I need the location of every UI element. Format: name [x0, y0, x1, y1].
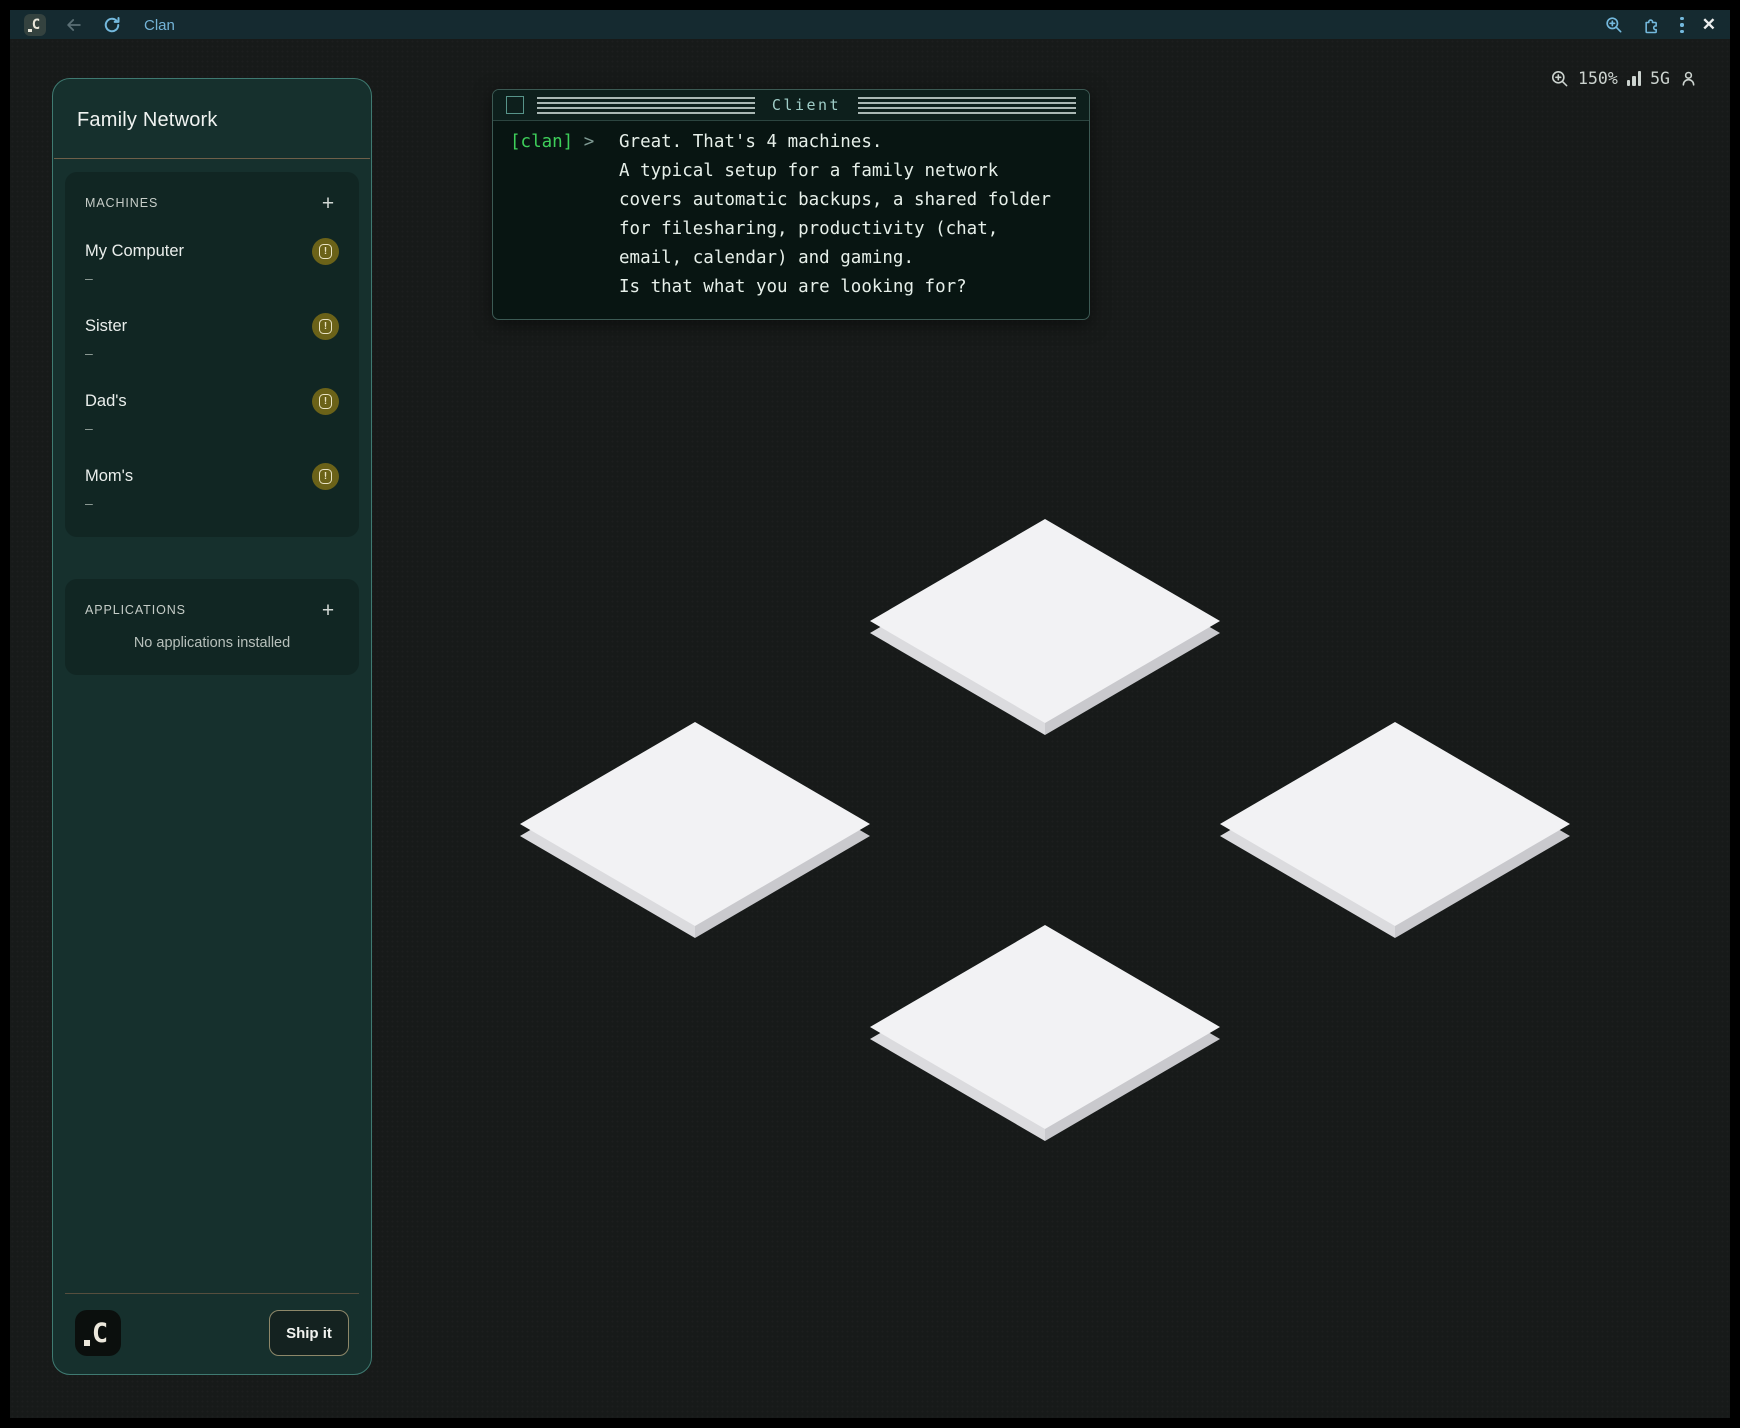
terminal-text: A typical setup for a family network [619, 157, 998, 186]
machine-platform-tile-right[interactable] [1220, 722, 1570, 938]
platform-top-face [870, 519, 1220, 723]
machines-header: MACHINES [85, 196, 158, 210]
terminal-text: for filesharing, productivity (chat, [619, 215, 998, 244]
terminal-text: covers automatic backups, a shared folde… [619, 186, 1051, 215]
sidebar-title: Family Network [77, 109, 347, 132]
clan-app-icon: C [24, 14, 46, 36]
prompt-symbol: > [584, 132, 595, 152]
machines-panel: MACHINES + My Computer ! – Sister ! – [65, 172, 359, 537]
titlebar-stripes-left [537, 97, 755, 114]
machine-row-moms[interactable]: Mom's ! – [85, 463, 339, 511]
status-bar: 150% 5G [1550, 69, 1698, 88]
machine-name: Dad's [85, 392, 127, 411]
machine-row-my-computer[interactable]: My Computer ! – [85, 238, 339, 286]
titlebar-stripes-right [858, 97, 1076, 114]
terminal-text: email, calendar) and gaming. [619, 244, 914, 273]
add-application-button[interactable]: + [317, 599, 339, 621]
client-window-title: Client [768, 96, 845, 114]
terminal-line: email, calendar) and gaming. [510, 244, 1075, 273]
clan-logo-glyph: C [92, 1320, 108, 1347]
app-window: C Clan ✕ 150% 5G [0, 0, 1740, 1428]
warning-icon: ! [312, 388, 339, 415]
add-machine-button[interactable]: + [317, 192, 339, 214]
ship-it-button[interactable]: Ship it [269, 1310, 349, 1356]
machine-row-dads[interactable]: Dad's ! – [85, 388, 339, 436]
titlebar: C Clan ✕ [10, 10, 1730, 40]
clan-logo-glyph: C [32, 18, 40, 32]
machine-status: – [85, 345, 339, 361]
extensions-puzzle-icon[interactable] [1642, 15, 1662, 35]
sidebar-family-network: Family Network MACHINES + My Computer ! … [52, 78, 372, 1375]
machine-platform-tile-left[interactable] [520, 722, 870, 938]
main-canvas: 150% 5G Family Network MACHINES + My Com [10, 39, 1730, 1418]
applications-panel: APPLICATIONS + No applications installed [65, 579, 359, 675]
signal-bars-icon [1627, 71, 1641, 86]
clan-logo-dot [28, 29, 32, 33]
applications-empty-state: No applications installed [85, 635, 339, 651]
machine-name: Mom's [85, 467, 133, 486]
terminal-line: A typical setup for a family network [510, 157, 1075, 186]
terminal-line: for filesharing, productivity (chat, [510, 215, 1075, 244]
machine-row-sister[interactable]: Sister ! – [85, 313, 339, 361]
terminal-line: [clan] > Great. That's 4 machines. [510, 128, 1075, 157]
machine-status: – [85, 270, 339, 286]
tab-title[interactable]: Clan [144, 17, 175, 34]
machine-platform-tile-top[interactable] [870, 519, 1220, 735]
machine-name: Sister [85, 317, 127, 336]
sidebar-divider [54, 158, 370, 159]
back-icon[interactable] [64, 15, 84, 35]
warning-icon: ! [312, 238, 339, 265]
refresh-icon[interactable] [102, 15, 122, 35]
prompt-context: [clan] [510, 132, 573, 152]
sidebar-header: Family Network [53, 79, 371, 158]
network-label: 5G [1650, 69, 1670, 88]
machine-status: – [85, 420, 339, 436]
close-icon[interactable]: ✕ [1702, 15, 1716, 35]
zoom-level-value: 150% [1578, 69, 1618, 88]
applications-header: APPLICATIONS [85, 603, 186, 617]
platform-top-face [1220, 722, 1570, 926]
warning-icon: ! [312, 463, 339, 490]
platform-top-face [520, 722, 870, 926]
menu-kebab-icon[interactable] [1680, 17, 1683, 34]
clan-logo: C [75, 1310, 121, 1356]
window-box-icon[interactable] [506, 96, 524, 114]
client-terminal-window: Client [clan] > Great. That's 4 machines… [492, 89, 1090, 320]
zoom-level-icon [1550, 69, 1569, 88]
clan-logo-dot [84, 1340, 90, 1346]
terminal-line: Is that what you are looking for? [510, 273, 1075, 302]
machine-name: My Computer [85, 242, 184, 261]
terminal-text: Is that what you are looking for? [619, 273, 967, 302]
terminal-line: covers automatic backups, a shared folde… [510, 186, 1075, 215]
machine-platform-tile-bottom[interactable] [870, 925, 1220, 1141]
client-window-titlebar[interactable]: Client [493, 90, 1089, 121]
platform-top-face [870, 925, 1220, 1129]
client-terminal-output: [clan] > Great. That's 4 machines. A typ… [493, 121, 1089, 314]
person-icon[interactable] [1679, 69, 1698, 88]
zoom-in-icon[interactable] [1604, 15, 1624, 35]
terminal-text: Great. That's 4 machines. [619, 128, 882, 157]
sidebar-footer: C Ship it [65, 1293, 359, 1374]
warning-icon: ! [312, 313, 339, 340]
machine-status: – [85, 495, 339, 511]
